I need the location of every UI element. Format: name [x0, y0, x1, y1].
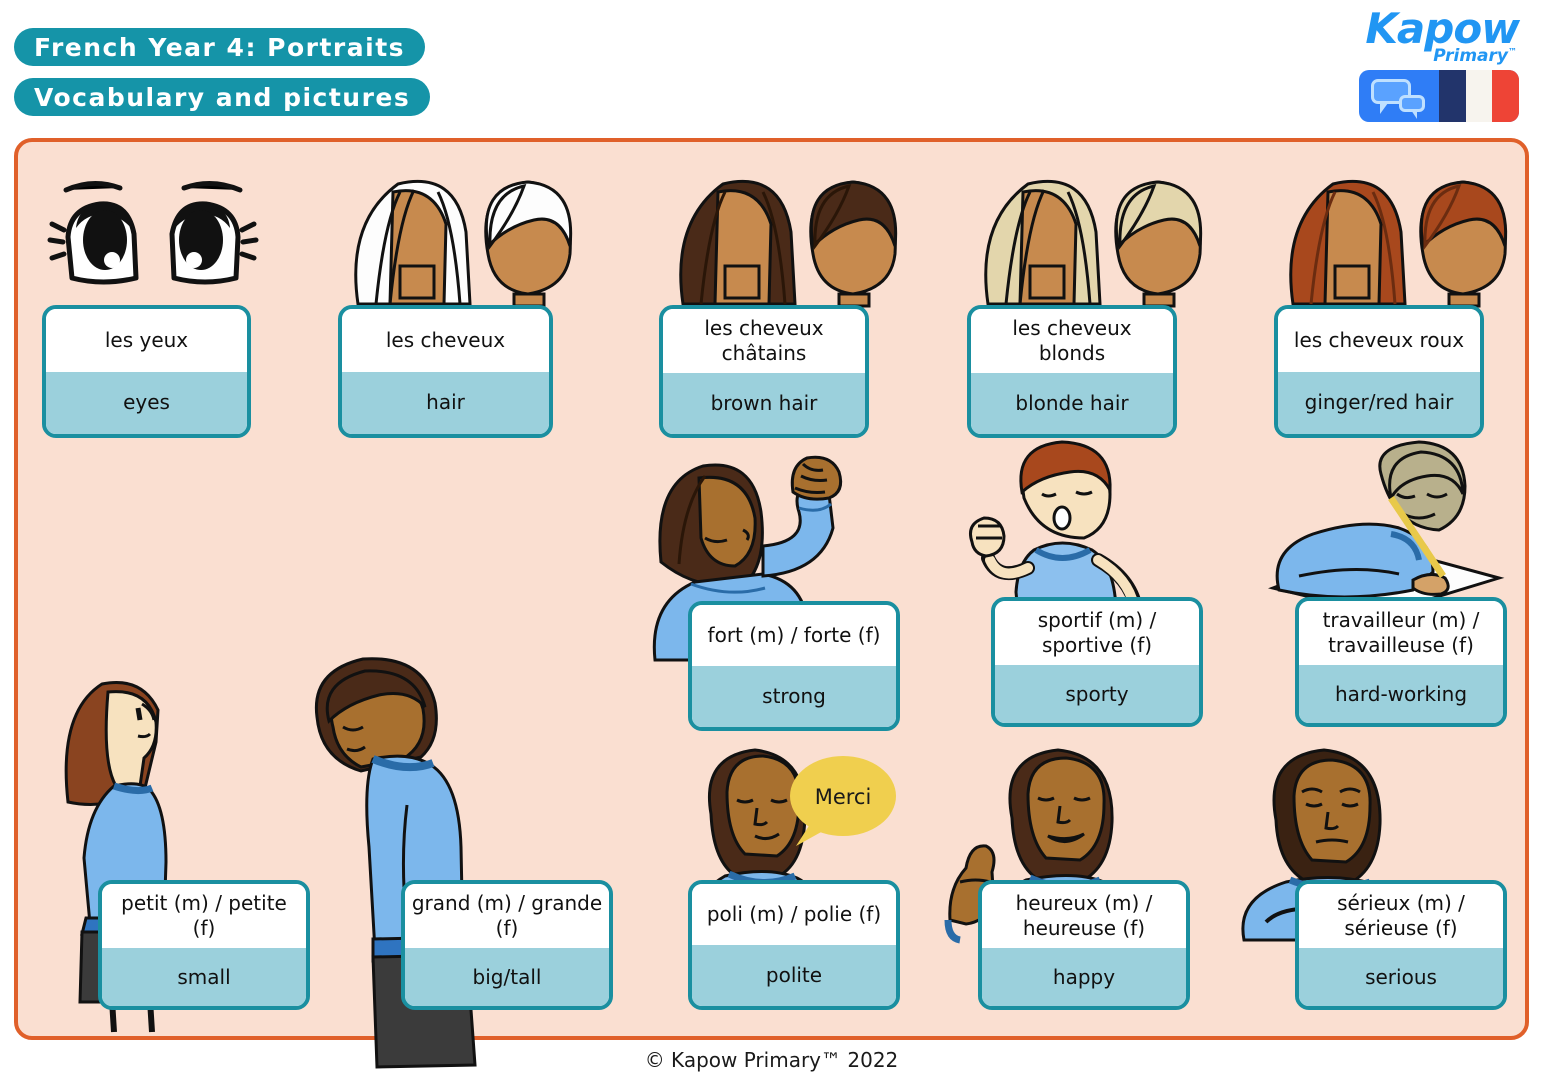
merci-speech-bubble: Merci [788, 752, 898, 852]
card-english-term: hair [342, 371, 549, 434]
white-hair-heads-icon [338, 162, 578, 308]
card-french-term: heureux (m) / heureuse (f) [982, 884, 1186, 948]
card-english-term: big/tall [405, 948, 609, 1006]
card-french-term: fort (m) / forte (f) [692, 605, 896, 666]
card-english-term: hard-working [1299, 665, 1503, 723]
brown-hair-heads-icon [663, 162, 903, 308]
eyes-icon [47, 181, 263, 297]
vocab-card-cheveux-chatains[interactable]: les cheveux châtains brown hair [659, 305, 869, 438]
card-english-term: eyes [46, 371, 247, 434]
logo-subtext-label: Primary [1433, 46, 1508, 66]
card-english-term: brown hair [663, 373, 865, 434]
title-banner-primary: French Year 4: Portraits [14, 28, 426, 66]
title-banner-secondary: Vocabulary and pictures [14, 78, 431, 116]
vocab-card-cheveux-blonds[interactable]: les cheveux blonds blonde hair [967, 305, 1177, 438]
blonde-hair-heads-icon [968, 162, 1208, 308]
vocab-card-poli[interactable]: poli (m) / polie (f) polite [688, 880, 900, 1010]
vocab-card-cheveux-roux[interactable]: les cheveux roux ginger/red hair [1274, 305, 1484, 438]
speech-bubble-small-icon [1399, 95, 1425, 119]
french-flag-icon [1439, 70, 1519, 122]
vocab-card-les-cheveux[interactable]: les cheveux hair [338, 305, 553, 438]
card-english-term: serious [1299, 948, 1503, 1006]
card-french-term: sportif (m) / sportive (f) [995, 601, 1199, 665]
card-french-term: sérieux (m) / sérieuse (f) [1299, 884, 1503, 948]
vocab-card-sportif[interactable]: sportif (m) / sportive (f) sporty [991, 597, 1203, 727]
copyright-footer: © Kapow Primary™ 2022 [644, 1048, 899, 1072]
vocab-card-fort[interactable]: fort (m) / forte (f) strong [688, 601, 900, 731]
card-english-term: strong [692, 666, 896, 727]
flag-stripe-white [1465, 70, 1493, 122]
card-english-term: sporty [995, 665, 1199, 723]
kapow-logo: Kapow Primary™ [1325, 2, 1525, 128]
card-french-term: poli (m) / polie (f) [692, 884, 896, 945]
card-english-term: ginger/red hair [1278, 371, 1480, 434]
card-french-term: petit (m) / petite (f) [102, 884, 306, 948]
vocab-card-grand[interactable]: grand (m) / grande (f) big/tall [401, 880, 613, 1010]
merci-bubble-text: Merci [815, 785, 872, 809]
writing-figure-icon [1263, 440, 1513, 622]
vocab-card-serieux[interactable]: sérieux (m) / sérieuse (f) serious [1295, 880, 1507, 1010]
flag-stripe-red [1492, 70, 1519, 122]
card-english-term: happy [982, 948, 1186, 1006]
vocab-card-travailleur[interactable]: travailleur (m) / travailleuse (f) hard-… [1295, 597, 1507, 727]
card-english-term: polite [692, 945, 896, 1006]
card-english-term: small [102, 948, 306, 1006]
logo-subtext: Primary™ [1433, 46, 1517, 66]
flag-stripe-blue [1439, 70, 1466, 122]
page-header: French Year 4: Portraits Vocabulary and … [0, 0, 1543, 132]
speech-bubbles-icon [1359, 70, 1439, 122]
card-french-term: travailleur (m) / travailleuse (f) [1299, 601, 1503, 665]
card-french-term: les cheveux blonds [971, 309, 1173, 373]
vocab-card-petit[interactable]: petit (m) / petite (f) small [98, 880, 310, 1010]
card-french-term: les yeux [46, 309, 247, 372]
language-badge [1359, 70, 1519, 122]
vocab-card-les-yeux[interactable]: les yeux eyes [42, 305, 251, 438]
vocab-card-heureux[interactable]: heureux (m) / heureuse (f) happy [978, 880, 1190, 1010]
card-english-term: blonde hair [971, 373, 1173, 434]
vocabulary-board: Merci les yeux eyes les cheveux hair les… [14, 138, 1529, 1069]
card-french-term: les cheveux [342, 309, 549, 372]
trademark-symbol: ™ [1508, 47, 1517, 58]
card-french-term: les cheveux châtains [663, 309, 865, 373]
card-french-term: les cheveux roux [1278, 309, 1480, 372]
ginger-hair-heads-icon [1273, 162, 1513, 308]
card-french-term: grand (m) / grande (f) [405, 884, 609, 948]
